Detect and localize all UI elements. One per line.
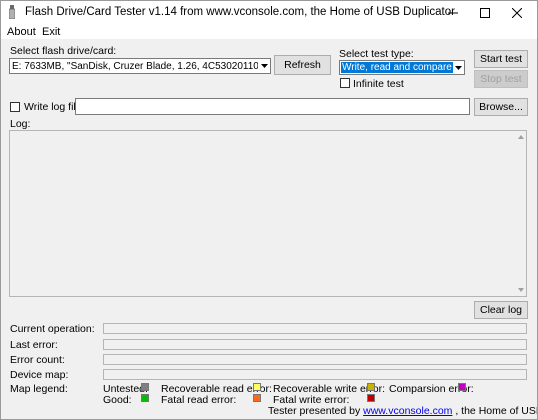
infinite-test-label: Infinite test: [353, 78, 404, 90]
clear-log-button[interactable]: Clear log: [474, 301, 528, 319]
maximize-button[interactable]: [469, 1, 501, 25]
start-test-button[interactable]: Start test: [474, 50, 528, 68]
test-type-label: Select test type:: [339, 48, 414, 60]
stop-test-button[interactable]: Stop test: [474, 70, 528, 88]
footer-prefix: Tester presented by: [268, 405, 361, 417]
drive-select-value: E: 7633MB, "SanDisk, Cruzer Blade, 1.26,…: [12, 61, 258, 72]
legend-good-swatch: [141, 394, 149, 402]
minimize-button[interactable]: [437, 1, 469, 25]
legend-comparison-swatch: [458, 383, 466, 391]
legend-fatal-read-label: Fatal read error:: [161, 394, 237, 406]
log-label: Log:: [10, 118, 31, 130]
test-type-value: Write, read and compare: [341, 62, 453, 73]
drive-select[interactable]: E: 7633MB, "SanDisk, Cruzer Blade, 1.26,…: [9, 58, 271, 74]
footer-credit: Tester presented by www.vconsole.com , t…: [268, 405, 537, 417]
write-log-label: Write log file: [24, 101, 82, 113]
legend-good-label: Good:: [103, 394, 132, 406]
last-error-field: [103, 339, 527, 350]
menu-exit[interactable]: Exit: [42, 25, 60, 39]
app-window: Flash Drive/Card Tester v1.14 from www.v…: [0, 0, 538, 420]
vconsole-link[interactable]: www.vconsole.com: [363, 405, 452, 417]
legend-untested-swatch: [141, 383, 149, 391]
title-bar[interactable]: Flash Drive/Card Tester v1.14 from www.v…: [1, 1, 537, 25]
chevron-down-icon: [259, 60, 269, 72]
footer-suffix: , the Home of USB Duplicator.: [455, 405, 537, 417]
scroll-down-icon[interactable]: [518, 288, 524, 292]
minimize-icon: [448, 12, 458, 14]
usb-drive-icon: [9, 5, 15, 19]
log-textarea[interactable]: [9, 130, 527, 297]
legend-recoverable-write-swatch: [367, 383, 375, 391]
browse-button[interactable]: Browse...: [474, 98, 528, 116]
device-map-label: Device map:: [10, 369, 69, 381]
write-log-checkbox[interactable]: [10, 102, 20, 112]
menu-bar: About Exit: [1, 25, 537, 39]
window-title: Flash Drive/Card Tester v1.14 from www.v…: [25, 6, 455, 18]
current-operation-field: [103, 323, 527, 334]
legend-fatal-write-swatch: [367, 394, 375, 402]
menu-about[interactable]: About: [7, 25, 36, 39]
map-legend-label: Map legend:: [10, 383, 68, 395]
legend-recoverable-read-swatch: [253, 383, 261, 391]
current-operation-label: Current operation:: [10, 323, 95, 335]
device-map-field: [103, 369, 527, 380]
error-count-field: [103, 354, 527, 365]
close-icon: [512, 8, 522, 18]
refresh-button[interactable]: Refresh: [274, 55, 331, 75]
error-count-label: Error count:: [10, 354, 65, 366]
log-scrollbar[interactable]: [516, 131, 526, 296]
chevron-down-icon: [453, 62, 463, 73]
last-error-label: Last error:: [10, 339, 58, 351]
maximize-icon: [480, 8, 490, 18]
close-button[interactable]: [501, 1, 533, 25]
legend-fatal-read-swatch: [253, 394, 261, 402]
scroll-up-icon[interactable]: [518, 135, 524, 139]
test-type-select[interactable]: Write, read and compare: [339, 60, 465, 75]
log-file-path-input[interactable]: [75, 98, 470, 115]
infinite-test-checkbox[interactable]: [340, 78, 350, 88]
drive-label: Select flash drive/card:: [10, 45, 117, 57]
